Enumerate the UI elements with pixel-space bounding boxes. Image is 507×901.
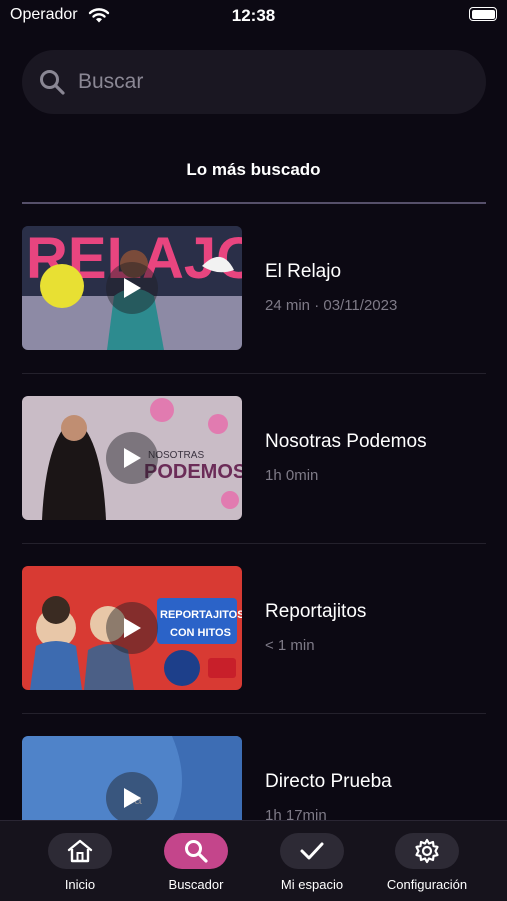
play-icon (124, 448, 141, 468)
play-icon (124, 618, 141, 638)
gear-icon (415, 838, 439, 864)
tab-bar: Inicio Buscador Mi espacio Configuración (0, 820, 507, 901)
result-meta: 1h 0min (265, 467, 319, 484)
status-bar: Operador 12:38 (0, 0, 507, 32)
search-icon (40, 70, 65, 95)
result-title[interactable]: Directo Prueba (265, 771, 392, 793)
divider (22, 373, 486, 374)
search-icon (185, 840, 208, 863)
clock: 12:38 (231, 6, 276, 25)
section-title: Lo más buscado (186, 160, 321, 179)
play-button[interactable] (106, 262, 158, 314)
result-meta: 24 min · 03/11/2023 (265, 297, 398, 314)
play-button[interactable] (106, 602, 158, 654)
home-icon (67, 839, 93, 863)
divider (22, 543, 486, 544)
tab-configuracion-pill[interactable] (395, 833, 459, 869)
tab-mi-espacio-pill[interactable] (280, 833, 344, 869)
search-input[interactable] (76, 69, 460, 95)
result-item[interactable]: RELAJO El Relajo 24 min · 03/11/2023 (22, 226, 486, 350)
result-meta: < 1 min (265, 637, 315, 654)
tab-buscador[interactable]: Buscador (136, 833, 256, 892)
result-thumbnail[interactable]: REPORTAJITOS CON HITOS (22, 566, 242, 690)
battery-icon (469, 7, 497, 21)
tab-inicio[interactable]: Inicio (20, 833, 140, 892)
result-item[interactable]: NOSOTRAS PODEMOS Nosotras Podemos 1h 0mi… (22, 396, 486, 520)
thumb-text-top: REPORTAJITOS (160, 609, 242, 621)
thumb-text-bottom: CON HITOS (170, 627, 231, 639)
play-icon (124, 278, 141, 298)
tab-configuracion[interactable]: Configuración (367, 833, 487, 892)
tab-label: Mi espacio (280, 877, 344, 892)
search-bar[interactable] (22, 50, 486, 114)
tab-buscador-pill[interactable] (164, 833, 228, 869)
tab-label: Buscador (168, 877, 224, 892)
tab-label: Configuración (386, 877, 468, 892)
section-underline (22, 202, 486, 204)
result-title[interactable]: Reportajitos (265, 601, 366, 623)
result-thumbnail[interactable]: RELAJO (22, 226, 242, 350)
check-icon (300, 842, 324, 860)
result-thumbnail[interactable]: NOSOTRAS PODEMOS (22, 396, 242, 520)
divider (22, 713, 486, 714)
result-title[interactable]: El Relajo (265, 261, 341, 283)
tab-label: Inicio (64, 877, 96, 892)
play-button[interactable] (106, 772, 158, 824)
play-button[interactable] (106, 432, 158, 484)
tab-mi-espacio[interactable]: Mi espacio (252, 833, 372, 892)
result-title[interactable]: Nosotras Podemos (265, 431, 427, 453)
play-icon (124, 788, 141, 808)
result-item[interactable]: REPORTAJITOS CON HITOS Reportajitos < 1 … (22, 566, 486, 690)
tab-inicio-pill[interactable] (48, 833, 112, 869)
thumb-text-bottom: PODEMOS (144, 461, 242, 483)
